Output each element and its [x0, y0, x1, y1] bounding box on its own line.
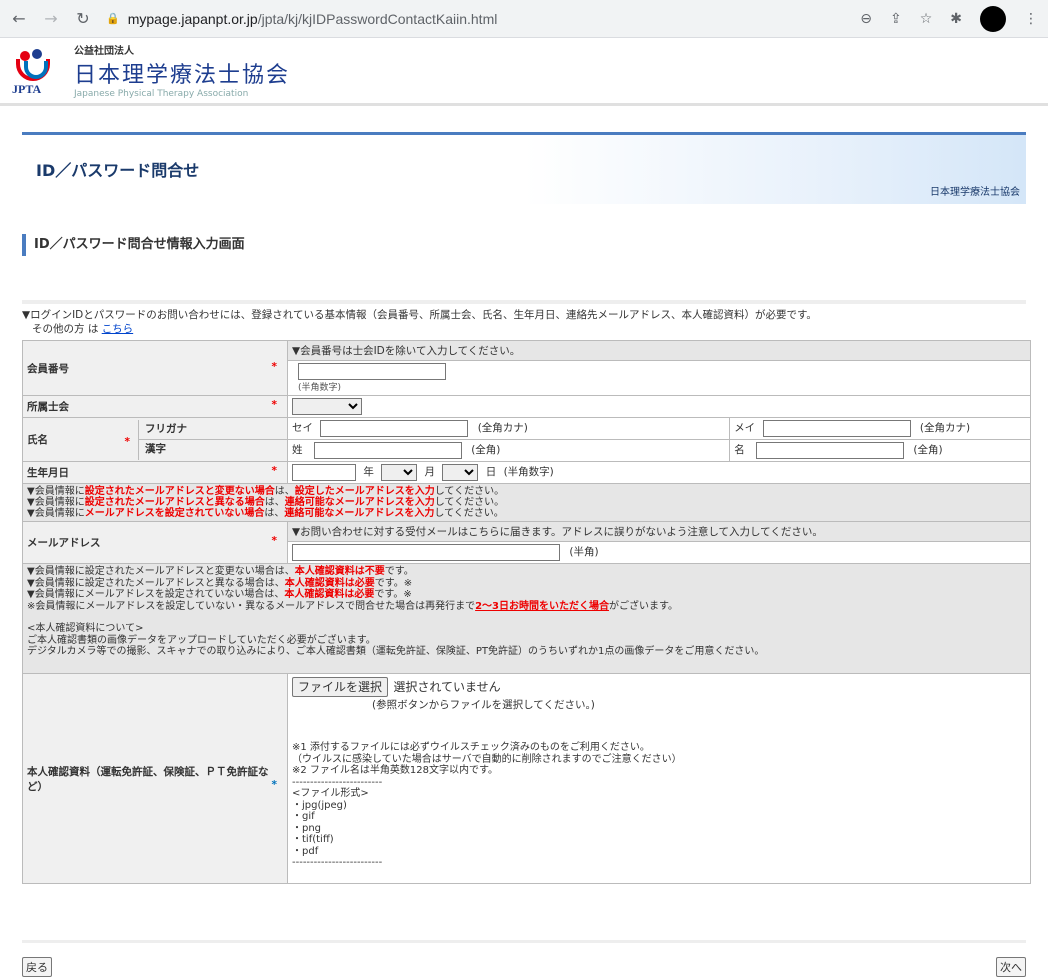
mei-kanji-hint: (全角) — [913, 444, 943, 456]
branch-select[interactable] — [292, 398, 362, 415]
sei-kanji-input[interactable] — [313, 442, 462, 459]
org-name: 日本理学療法士協会 — [74, 63, 291, 88]
address-bar[interactable]: 🔒 mypage.japanpt.or.jp/jpta/kj/kjIDPassw… — [106, 11, 846, 27]
menu-icon[interactable]: ⋮ — [1024, 11, 1038, 27]
file-status: 選択されていません — [393, 680, 501, 694]
org-name-block: 公益社団法人 日本理学療法士協会 Japanese Physical Thera… — [74, 42, 290, 99]
birth-month-label: 月 — [424, 466, 436, 478]
mei-kanji-label: 名 — [734, 444, 745, 456]
intro-line-2: その他の方 は — [32, 323, 102, 335]
sei-kana-input[interactable] — [320, 420, 469, 437]
file-rule-line: ・pdf — [292, 845, 319, 857]
next-button[interactable]: 次へ — [996, 957, 1026, 977]
furigana-label: フリガナ — [139, 420, 287, 440]
sei-kanji-hint: (全角) — [471, 444, 501, 456]
intro-text: ▼ログインIDとパスワードのお問い合わせには、登録されている基本情報（会員番号、… — [22, 300, 1026, 336]
sei-kana-label: セイ — [292, 422, 313, 434]
url-domain: mypage.japanpt.or.jp — [127, 10, 258, 27]
mail-note-line: ▼会員情報に設定されたメールアドレスと異なる場合は、連絡可能なメールアドレスを入… — [27, 497, 505, 508]
other-inquiry-link[interactable]: こちら — [102, 323, 134, 335]
lock-icon: 🔒 — [106, 13, 120, 25]
name-label: 氏名 — [27, 434, 48, 446]
member-number-hint: (半角数字) — [298, 383, 342, 393]
file-rule-line: ・tif(tiff) — [292, 834, 334, 845]
member-number-note: ▼会員番号は士会IDを除いて入力してください。 — [287, 340, 1031, 361]
org-english-name: Japanese Physical Therapy Association — [74, 89, 249, 99]
mail-notes: ▼会員情報に設定されたメールアドレスと変更ない場合は、設定したメールアドレスを入… — [22, 483, 1031, 522]
mei-kanji-input[interactable] — [756, 442, 905, 459]
inquiry-form-table: 会員番号 * ▼会員番号は士会IDを除いて入力してください。 (半角数字) 所属士… — [22, 340, 1031, 884]
birthdate-label: 生年月日 * — [22, 461, 288, 484]
back-button[interactable]: 戻る — [22, 957, 52, 977]
file-rules: ※1 添付するファイルには必ずウイルスチェック済みのものをご利用ください。 （ウイ… — [292, 742, 1026, 869]
page-title-band: ID／パスワード問合せ 日本理学療法士協会 — [22, 132, 1026, 204]
name-label-cell: 氏名 * フリガナ 漢字 — [22, 417, 288, 462]
browser-toolbar: ← → ↻ 🔒 mypage.japanpt.or.jp/jpta/kj/kjI… — [0, 0, 1048, 38]
mail-note-line: ▼会員情報に設定されたメールアドレスと変更ない場合は、設定したメールアドレスを入… — [27, 486, 505, 497]
id-document-notes: ▼会員情報に設定されたメールアドレスと変更ない場合は、本人確認資料は不要です。 … — [22, 563, 1031, 674]
kanji-label: 漢字 — [145, 442, 166, 455]
file-rule-line: ------------------------- — [292, 776, 383, 788]
branch-label: 所属士会 * — [22, 395, 288, 418]
logo-abbr: JPTA — [12, 81, 42, 96]
forward-arrow-icon[interactable]: → — [42, 9, 60, 28]
file-rule-line: <ファイル形式> — [292, 788, 369, 799]
member-number-label: 会員番号 * — [22, 340, 288, 396]
birth-year-input[interactable] — [292, 464, 356, 481]
birth-month-select[interactable] — [381, 464, 418, 481]
mail-input[interactable] — [292, 544, 560, 561]
url-path: /jpta/kj/kjIDPasswordContactKaiin.html — [257, 10, 498, 27]
mail-note-line: ▼会員情報にメールアドレスを設定されていない場合は、連絡可能なメールアドレスを入… — [27, 508, 504, 519]
org-small-label: 公益社団法人 — [74, 46, 134, 57]
star-icon[interactable]: ☆ — [920, 11, 933, 27]
mei-kana-input[interactable] — [762, 420, 911, 437]
extensions-icon[interactable]: ✱ — [950, 11, 962, 27]
footer-bar: 戻る 次へ — [22, 940, 1026, 977]
mail-label: メールアドレス * — [22, 521, 288, 564]
mail-note: ▼お問い合わせに対する受付メールはこちらに届きます。アドレスに誤りがないよう注意… — [287, 521, 1031, 542]
jpta-logo[interactable]: JPTA — [10, 45, 66, 97]
sei-kana-hint: (全角カナ) — [477, 422, 528, 434]
birth-day-label: 日 — [485, 466, 497, 478]
member-number-input[interactable] — [298, 363, 446, 380]
intro-line-1: ▼ログインIDとパスワードのお問い合わせには、登録されている基本情報（会員番号、… — [22, 309, 817, 321]
sei-kanji-label: 姓 — [292, 444, 303, 456]
birth-day-select[interactable] — [442, 464, 479, 481]
birth-hint: (半角数字) — [503, 466, 554, 478]
file-hint: (参照ボタンからファイルを選択してください。) — [372, 699, 595, 711]
file-rule-line: ・gif — [292, 811, 315, 822]
file-select-button[interactable]: ファイルを選択 — [292, 677, 389, 697]
file-rule-line: ※2 ファイル名は半角英数128文字以内です。 — [292, 765, 499, 776]
reload-icon[interactable]: ↻ — [74, 9, 92, 28]
birth-year-label: 年 — [363, 466, 374, 478]
mei-kana-label: メイ — [734, 422, 756, 434]
file-rule-line: （ウイルスに感染していた場合はサーバで自動的に削除されますのでご注意ください） — [292, 753, 682, 765]
file-rule-line: ・jpg(jpeg) — [292, 799, 347, 811]
file-rule-line: ------------------------- — [292, 857, 383, 868]
mail-hint: (半角) — [569, 546, 599, 558]
back-arrow-icon[interactable]: ← — [10, 9, 28, 28]
file-rule-line: ・png — [292, 822, 322, 834]
section-title: ID／パスワード問合せ情報入力画面 — [22, 234, 1026, 256]
zoom-icon[interactable]: ⊖ — [860, 11, 872, 27]
file-rule-line: ※1 添付するファイルには必ずウイルスチェック済みのものをご利用ください。 — [292, 742, 650, 753]
share-icon[interactable]: ⇪ — [890, 11, 902, 27]
title-org: 日本理学療法士協会 — [930, 187, 1020, 198]
page-title: ID／パスワード問合せ — [36, 161, 200, 180]
mei-kana-hint: (全角カナ) — [919, 422, 971, 434]
site-header: JPTA 公益社団法人 日本理学療法士協会 Japanese Physical … — [0, 38, 1048, 106]
id-document-label: 本人確認資料（運転免許証、保険証、ＰＴ免許証など） * — [22, 673, 288, 884]
profile-avatar[interactable] — [980, 5, 1006, 32]
